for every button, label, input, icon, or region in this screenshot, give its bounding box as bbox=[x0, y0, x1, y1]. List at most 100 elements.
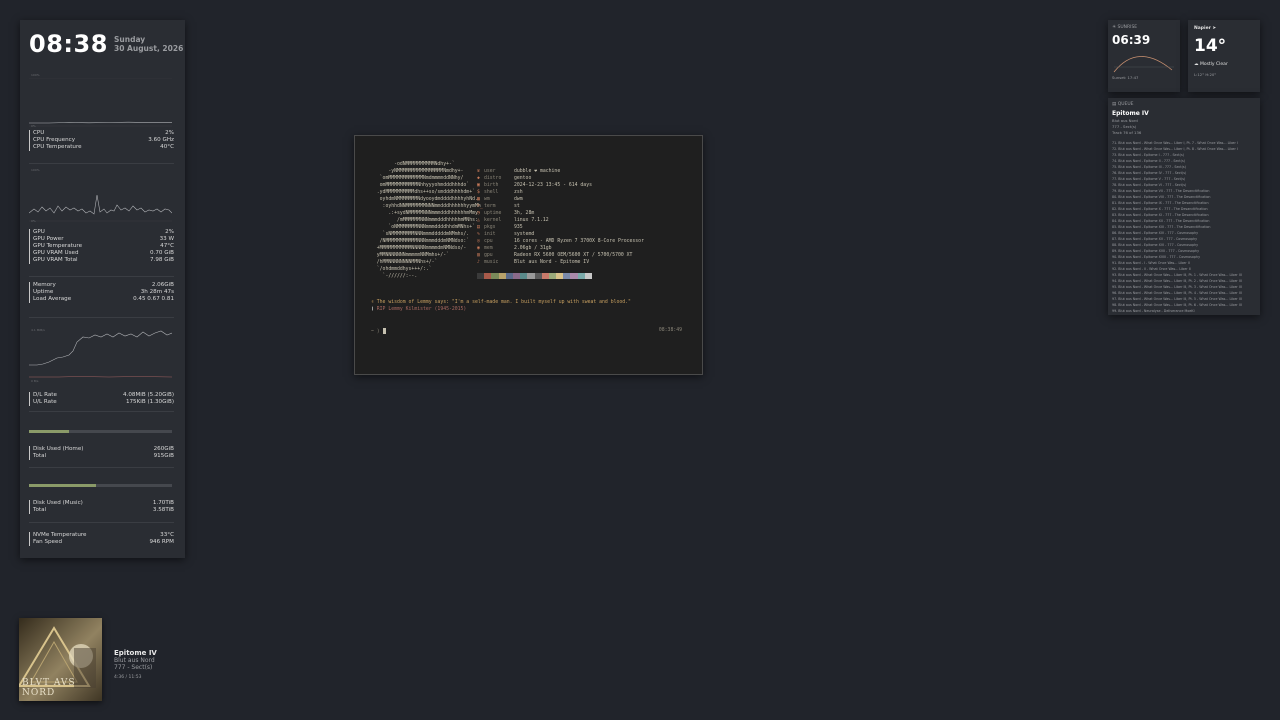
stat-row: GPU VRAM Total 7.98 GiB bbox=[29, 257, 174, 264]
ascii-line: /hMMNNNNNNNNMMNhs+/-` bbox=[371, 260, 438, 265]
now-playing-title: Epitome IV bbox=[114, 649, 157, 657]
stat-label: GPU Power bbox=[33, 236, 64, 242]
palette-swatch bbox=[584, 273, 592, 279]
stat-value: 1.70TiB bbox=[152, 500, 174, 506]
weather-condition-line: ☁ Mostly Clear bbox=[1194, 62, 1228, 67]
stat-value: 0.45 0.67 0.81 bbox=[133, 296, 174, 302]
stat-row: D/L Rate 4.08MiB (5.20GiB) bbox=[29, 392, 174, 399]
shell-icon: $ bbox=[477, 190, 480, 195]
now-playing-artist: Blut aus Nord bbox=[114, 657, 155, 664]
weather-location[interactable]: Napier ➤ bbox=[1194, 26, 1216, 31]
stat-row: Uptime 3h 28m 47s bbox=[29, 289, 174, 296]
user-icon: ♛ bbox=[477, 169, 480, 174]
fetch-row-wm: ▦ wm dwm bbox=[477, 196, 644, 203]
clock-date: 30 August, 2026 bbox=[114, 44, 184, 53]
fetch-row-kernel: ◬ kernel linux 7.1.12 bbox=[477, 217, 644, 224]
fetch-row-init: ✎ init systemd bbox=[477, 231, 644, 238]
stat-row: Load Average 0.45 0.67 0.81 bbox=[29, 296, 174, 303]
stat-label: U/L Rate bbox=[33, 399, 57, 405]
fetch-row-shell: $ shell zsh bbox=[477, 189, 644, 196]
ascii-line: oyhdmNMMMMMMMNdyooydmddddhhhhyhNd. bbox=[371, 197, 478, 202]
stat-label: Uptime bbox=[33, 289, 54, 295]
terminal-window[interactable]: -odNMMMMMMMMMMNdhy+-` -yNMMMMMMMMMMMMMMM… bbox=[354, 135, 703, 375]
divider bbox=[29, 317, 174, 318]
fetch-value: 2024-12-23 13:45 - 614 days bbox=[514, 183, 592, 188]
clock-day: Sunday bbox=[114, 35, 146, 44]
stat-value: 7.98 GiB bbox=[150, 257, 174, 263]
term-icon: >_ bbox=[477, 204, 483, 209]
prompt-symbol: ~ ) bbox=[371, 329, 380, 335]
ascii-line: `oNMMMMMMMNNNmmmddddhhdmMNhs+` bbox=[371, 225, 475, 230]
cpu-usage-graph bbox=[29, 78, 172, 127]
queue-item[interactable]: 99. Blut aus Nord - Neuralyse - Delivera… bbox=[1112, 308, 1257, 314]
divider bbox=[29, 522, 174, 523]
cpu-icon: ◎ bbox=[477, 239, 480, 244]
stat-row: CPU Frequency 3.60 GHz bbox=[29, 137, 174, 144]
fetch-row-music: ♪ music Blut aus Nord - Epitome IV bbox=[477, 259, 644, 266]
stat-row: Fan Speed 946 RPM bbox=[29, 539, 174, 546]
distro-icon: ◆ bbox=[477, 176, 480, 181]
fetch-key: wm bbox=[484, 197, 490, 202]
color-palette bbox=[477, 273, 592, 279]
disk-home-usage-bar bbox=[29, 430, 172, 433]
album-art-text: BLVT AVS NORD bbox=[22, 678, 76, 698]
palette-swatch bbox=[577, 273, 585, 279]
sun-icon: ☀ bbox=[1112, 25, 1117, 30]
ascii-line: omMMMMMMMMMMMNhhyyyohmdddhhhdo` bbox=[371, 183, 470, 188]
divider bbox=[29, 411, 174, 412]
fetch-value: Radeon RX 5600 OEM/5600 XT / 5700/5700 X… bbox=[514, 253, 633, 258]
fetch-key: music bbox=[484, 260, 499, 265]
queue-artist: Blut aus Nord bbox=[1112, 118, 1138, 123]
sunrise-time: 06:39 bbox=[1112, 33, 1151, 47]
fetch-row-distro: ◆ distro gentoo bbox=[477, 175, 644, 182]
fetch-value: 935 bbox=[514, 225, 523, 230]
palette-swatch bbox=[541, 273, 549, 279]
fetch-row-term: >_term st bbox=[477, 203, 644, 210]
stat-label: Disk Used (Music) bbox=[33, 500, 83, 506]
queue-title: Epitome IV bbox=[1112, 110, 1149, 117]
ascii-line: .ydMMMMMMMMMMdhs++so/smdddhhhhdm+` bbox=[371, 190, 475, 195]
stat-label: CPU Temperature bbox=[33, 144, 82, 150]
network-stats: D/L Rate 4.08MiB (5.20GiB) U/L Rate 175KiB … bbox=[29, 392, 174, 406]
fetch-key: kernel bbox=[484, 218, 502, 223]
fetch-key: distro bbox=[484, 176, 502, 181]
candle-icon: ❙ bbox=[371, 307, 374, 312]
stat-value: 175KiB (1.30GiB) bbox=[125, 399, 174, 405]
stat-row: Disk Used (Home) 260GiB bbox=[29, 446, 174, 453]
fetch-row-cpu: ◎ cpu 16 cores - AMD Ryzen 7 3700X 8-Core … bbox=[477, 238, 644, 245]
fetch-key: birth bbox=[484, 183, 499, 188]
stat-value: 0.70 GiB bbox=[150, 250, 174, 256]
stat-label: GPU VRAM Total bbox=[33, 257, 78, 263]
fetch-key: gpu bbox=[484, 253, 493, 258]
lemmy-quote-block: ✌ The wisdom of Lemmy says: "I'm a self-… bbox=[371, 299, 631, 313]
stat-label: GPU bbox=[33, 229, 45, 235]
stat-row: GPU Temperature 47°C bbox=[29, 243, 174, 250]
fetch-key: pkgs bbox=[484, 225, 496, 230]
disk-music-usage-bar bbox=[29, 484, 172, 487]
rip-text: RIP Lemmy Kilmister (1945-2015) bbox=[376, 307, 467, 312]
palette-swatch bbox=[527, 273, 535, 279]
stat-value: 33°C bbox=[160, 532, 174, 538]
uptime-icon: ◔ bbox=[477, 211, 480, 216]
ascii-line: -yNMMMMMMMMMMMMMMMMNmdhy+- bbox=[371, 169, 464, 174]
stat-value: 3.60 GHz bbox=[148, 137, 174, 143]
gpu-usage-graph bbox=[29, 194, 172, 222]
stat-label: Load Average bbox=[33, 296, 72, 302]
stat-value: 260GiB bbox=[153, 446, 174, 452]
stat-label: CPU bbox=[33, 130, 45, 136]
birth-icon: ▣ bbox=[477, 183, 480, 188]
album-art[interactable]: BLVT AVS NORD bbox=[19, 618, 102, 701]
fetch-row-pkgs: ▤ pkgs 935 bbox=[477, 224, 644, 231]
cursor bbox=[382, 328, 386, 334]
palette-swatch bbox=[570, 273, 578, 279]
fetch-key: shell bbox=[484, 190, 499, 195]
gentoo-ascii-logo: -odNMMMMMMMMMMNdhy+-` -yNMMMMMMMMMMMMMMM… bbox=[371, 161, 481, 280]
sunrise-header: ☀ SUNRISE bbox=[1112, 25, 1137, 30]
stat-label: Disk Used (Home) bbox=[33, 446, 84, 452]
stat-value: 946 RPM bbox=[149, 539, 174, 545]
kernel-icon: ◬ bbox=[477, 218, 480, 223]
stat-value: 47°C bbox=[160, 243, 174, 249]
stat-row: GPU VRAM Used 0.70 GiB bbox=[29, 250, 174, 257]
fetch-value: systemd bbox=[514, 232, 535, 237]
shell-prompt[interactable]: ~ ) bbox=[371, 328, 386, 335]
